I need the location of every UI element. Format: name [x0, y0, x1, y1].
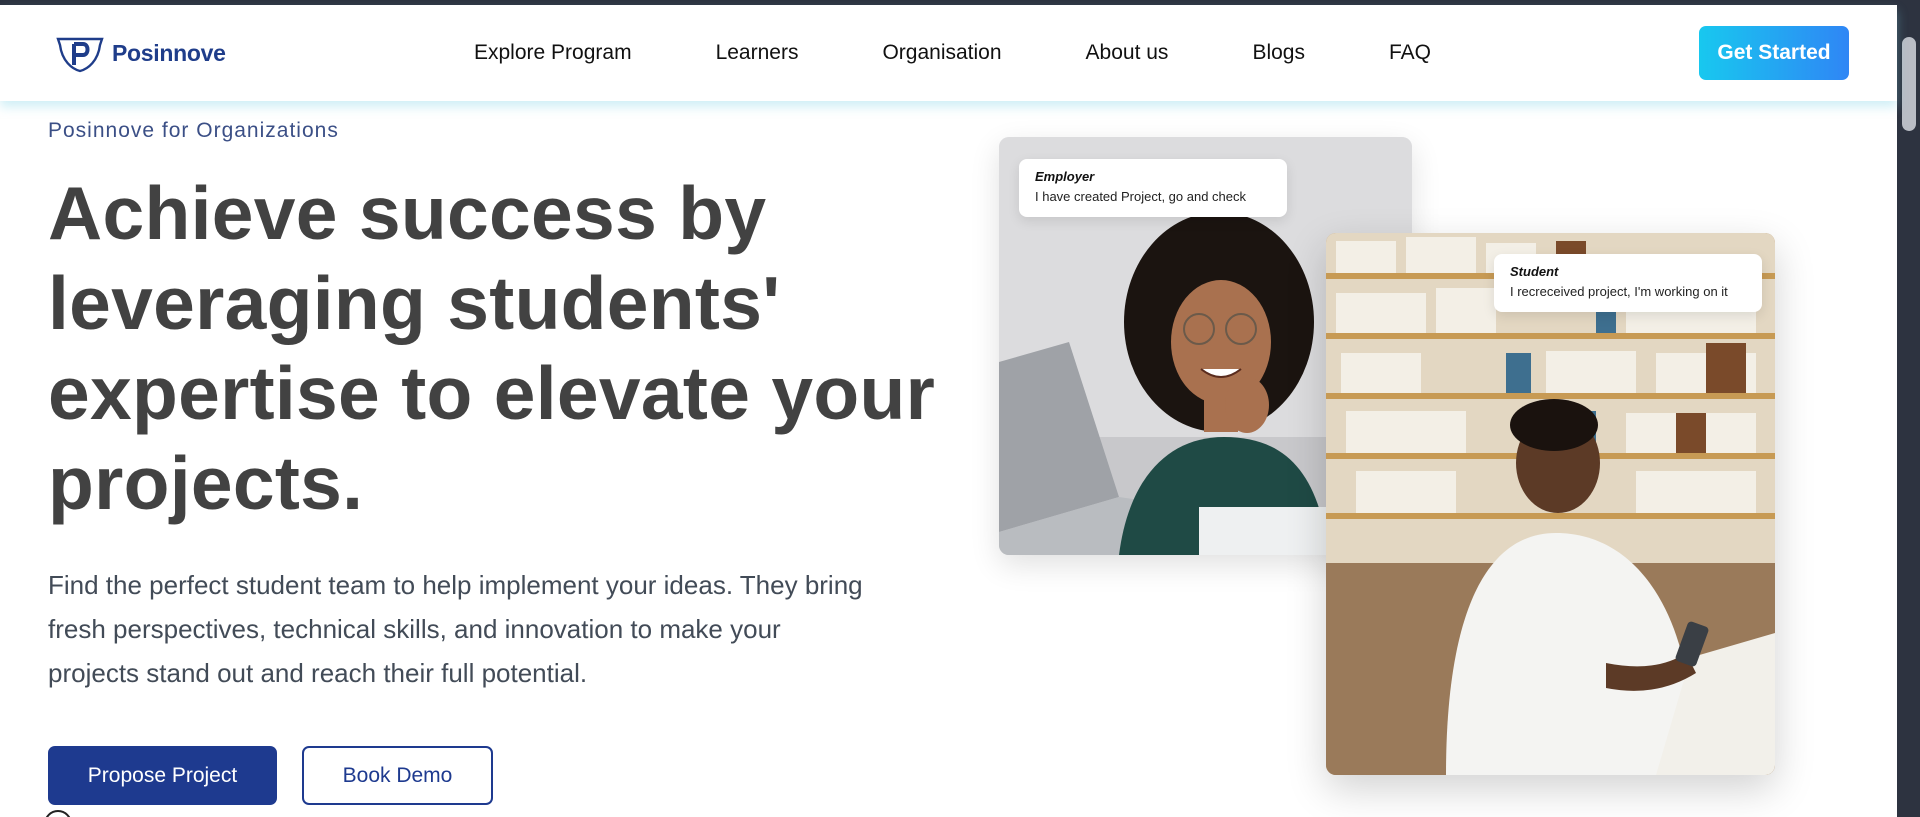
navbar: Posinnove Explore Program Learners Organ…	[0, 5, 1897, 101]
page-scrollbar[interactable]	[1897, 5, 1920, 817]
hero-description: Find the perfect student team to help im…	[48, 570, 863, 688]
propose-project-button[interactable]: Propose Project	[48, 746, 277, 805]
book-demo-button[interactable]: Book Demo	[302, 746, 493, 805]
nav-link-learners[interactable]: Learners	[716, 41, 799, 65]
nav-link-about-us[interactable]: About us	[1086, 41, 1169, 65]
student-message-bubble: Student I recreceived project, I'm worki…	[1494, 254, 1762, 312]
nav-link-faq[interactable]: FAQ	[1389, 41, 1431, 65]
main-nav: Explore Program Learners Organisation Ab…	[474, 5, 1431, 101]
bottom-circle-icon	[44, 810, 72, 817]
get-started-button[interactable]: Get Started	[1699, 26, 1849, 80]
hero-headline: Achieve success by leveraging students' …	[48, 171, 936, 525]
brand-logo[interactable]: Posinnove	[54, 33, 226, 73]
employer-message-bubble: Employer I have created Project, go and …	[1019, 159, 1287, 217]
employer-message: I have created Project, go and check	[1035, 189, 1247, 204]
nav-link-blogs[interactable]: Blogs	[1252, 41, 1305, 65]
shield-p-logo-icon	[56, 37, 104, 73]
student-message: I recreceived project, I'm working on it	[1510, 284, 1728, 299]
brand-name: Posinnove	[112, 39, 226, 66]
hero-eyebrow: Posinnove for Organizations	[48, 119, 339, 142]
student-photo-card	[1326, 233, 1775, 775]
student-label: Student	[1510, 264, 1559, 279]
nav-link-organisation[interactable]: Organisation	[882, 41, 1001, 65]
student-illustration	[1326, 233, 1775, 775]
employer-label: Employer	[1035, 169, 1095, 184]
nav-link-explore-program[interactable]: Explore Program	[474, 41, 632, 65]
scrollbar-thumb[interactable]	[1902, 37, 1916, 131]
